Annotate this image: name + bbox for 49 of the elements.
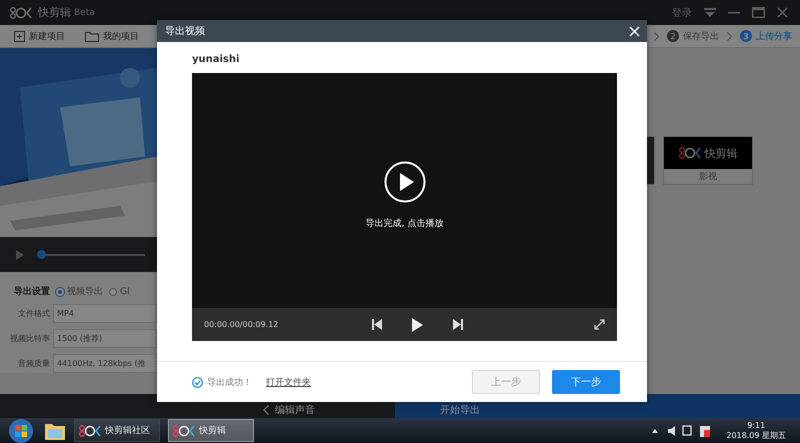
- select-field[interactable]: MP4: [53, 304, 157, 323]
- plus-icon: [14, 30, 25, 42]
- radio-option[interactable]: GI: [109, 286, 130, 296]
- next-icon[interactable]: [453, 319, 463, 330]
- play-message: 导出完成, 点击播放: [366, 218, 444, 230]
- toolbar-button[interactable]: 新建项目: [14, 30, 65, 42]
- login-link[interactable]: 登录: [672, 6, 692, 20]
- logo-icon: [10, 6, 32, 20]
- check-icon: [192, 376, 203, 388]
- clock-time: 9:11: [747, 420, 766, 430]
- step-item[interactable]: 3 上传分享: [740, 30, 792, 42]
- next-button[interactable]: 下一步: [552, 370, 620, 394]
- play-icon[interactable]: [384, 161, 426, 203]
- file-name: yunaishi: [192, 54, 240, 65]
- select-field[interactable]: 44100Hz, 128kbps (推: [53, 354, 157, 373]
- taskbar-item[interactable]: 快剪辑社区: [74, 419, 160, 442]
- logo-icon: [173, 424, 195, 438]
- field-label: 音频质量: [17, 358, 50, 369]
- previous-button[interactable]: 上一步: [472, 370, 540, 394]
- toolbar-button[interactable]: 我的项目: [85, 30, 139, 42]
- dialog-title: 导出视频: [165, 24, 205, 38]
- open-folder-link[interactable]: 打开文件夹: [266, 376, 311, 388]
- start-button[interactable]: [6, 418, 36, 443]
- play-icon[interactable]: [412, 318, 423, 332]
- field-label: 视频比特率: [9, 333, 50, 344]
- slider-thumb[interactable]: [37, 250, 46, 259]
- chevron-icon: [654, 32, 659, 40]
- previous-icon[interactable]: [372, 319, 382, 330]
- dropdown-icon[interactable]: [704, 8, 716, 18]
- field-label: 文件格式: [17, 308, 50, 319]
- radio-option[interactable]: 视频导出: [56, 285, 103, 298]
- template-card[interactable]: 快剪辑 影视: [663, 136, 753, 185]
- taskbar-item[interactable]: 快剪辑: [168, 419, 254, 442]
- folder-icon: [85, 30, 99, 42]
- chevron-icon: [263, 405, 269, 415]
- clock-date: 2018.09 星期五: [726, 430, 786, 440]
- app-name: 快剪辑: [38, 5, 71, 20]
- video-player[interactable]: 导出完成, 点击播放 00:00.00/00:09.12: [192, 73, 617, 341]
- fullscreen-icon[interactable]: [594, 319, 605, 330]
- logo-icon: [79, 424, 101, 438]
- select-field[interactable]: 1500 (推荐): [53, 329, 157, 348]
- beta-label: Beta: [74, 8, 95, 18]
- step-item[interactable]: 2 保存导出: [667, 30, 719, 42]
- export-settings-label: 导出设置: [13, 285, 50, 298]
- export-status: 导出成功！: [207, 376, 252, 388]
- playback-time: 00:00.00/00:09.12: [204, 320, 280, 329]
- logo-icon: [678, 146, 700, 160]
- chevron-icon: [727, 32, 732, 40]
- maximize-icon[interactable]: [752, 7, 765, 18]
